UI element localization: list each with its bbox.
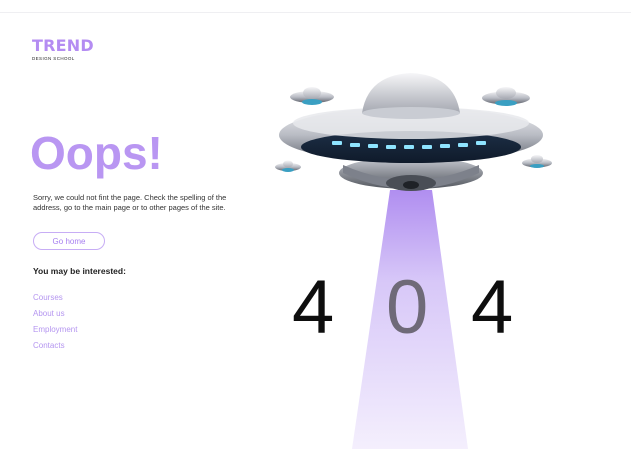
mini-saucer-small-left: [275, 160, 301, 172]
link-item: Contacts: [33, 335, 77, 351]
courses-link[interactable]: Courses: [33, 293, 63, 302]
suggested-links: Courses About us Employment Contacts: [33, 287, 77, 351]
link-item: Courses: [33, 287, 77, 303]
error-digit: 0: [386, 265, 429, 350]
go-home-button[interactable]: Go home: [33, 232, 105, 250]
brand-tagline: DESIGN SCHOOL: [32, 56, 75, 61]
error-message: Sorry, we could not fint the page. Check…: [33, 193, 227, 212]
contacts-link[interactable]: Contacts: [33, 341, 65, 350]
about-us-link[interactable]: About us: [33, 309, 65, 318]
employment-link[interactable]: Employment: [33, 325, 77, 334]
top-divider: [0, 12, 631, 13]
ufo-illustration: [275, 73, 552, 449]
brand-name: TREND: [32, 36, 94, 55]
brand-logo[interactable]: TREND DESIGN SCHOOL: [32, 36, 94, 62]
mini-saucer-right: [482, 87, 530, 106]
error-digit: 4: [292, 265, 335, 350]
link-item: About us: [33, 303, 77, 319]
mini-saucer-small-right: [522, 155, 552, 168]
error-digit: 4: [471, 265, 514, 350]
interest-heading: You may be interested:: [33, 266, 126, 276]
page-heading: Oops!: [30, 127, 163, 179]
mini-saucer-left: [290, 87, 334, 105]
link-item: Employment: [33, 319, 77, 335]
